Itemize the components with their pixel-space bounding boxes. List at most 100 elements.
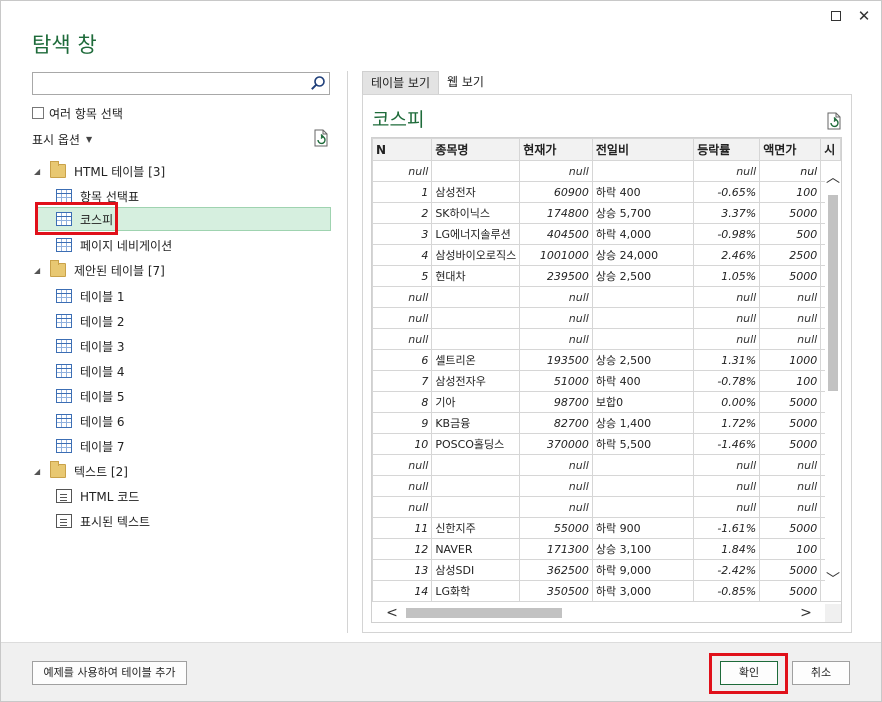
horizontal-scrollbar[interactable]: < > xyxy=(372,604,827,622)
tab-web-view[interactable]: 웹 보기 xyxy=(439,71,492,94)
table-cell[interactable]: null xyxy=(759,475,822,497)
table-cell[interactable] xyxy=(431,328,521,350)
table-cell[interactable]: null xyxy=(519,307,593,329)
column-header[interactable]: 시 xyxy=(820,138,841,161)
table-cell[interactable]: null xyxy=(372,328,433,350)
table-cell[interactable]: 13 xyxy=(372,559,433,581)
table-cell[interactable]: 5000 xyxy=(759,202,822,224)
table-cell[interactable]: 1000 xyxy=(759,349,822,371)
table-cell[interactable] xyxy=(431,475,521,497)
table-cell[interactable]: null xyxy=(372,160,433,182)
table-cell[interactable]: -2.42% xyxy=(693,559,761,581)
table-cell[interactable]: 6 xyxy=(372,349,433,371)
table-cell[interactable]: null xyxy=(519,286,593,308)
table-cell[interactable]: 1.72% xyxy=(693,412,761,434)
table-cell[interactable] xyxy=(591,307,695,329)
table-cell[interactable]: 5000 xyxy=(759,265,822,287)
tree-item-table[interactable]: 테이블 6 xyxy=(56,409,125,433)
table-cell[interactable]: null xyxy=(372,496,433,518)
table-cell[interactable] xyxy=(591,496,695,518)
table-cell[interactable]: 5000 xyxy=(759,580,822,602)
table-cell[interactable]: 55000 xyxy=(519,517,593,539)
table-cell[interactable]: 500 xyxy=(759,223,822,245)
tree-item-document[interactable]: 표시된 텍스트 xyxy=(56,509,150,533)
table-cell[interactable]: 14 xyxy=(372,580,433,602)
table-cell[interactable]: 3 xyxy=(372,223,433,245)
table-cell[interactable]: null xyxy=(519,496,593,518)
scroll-left-icon[interactable]: < xyxy=(384,606,400,620)
table-cell[interactable]: 2500 xyxy=(759,244,822,266)
table-cell[interactable]: null xyxy=(372,454,433,476)
table-cell[interactable]: 10 xyxy=(372,433,433,455)
table-cell[interactable]: -0.85% xyxy=(693,580,761,602)
table-cell[interactable]: 하락 4,000 xyxy=(591,223,695,245)
close-button[interactable]: ✕ xyxy=(853,7,875,25)
table-cell[interactable]: 9 xyxy=(372,412,433,434)
table-cell[interactable]: 1.31% xyxy=(693,349,761,371)
tab-table-view[interactable]: 테이블 보기 xyxy=(362,71,440,94)
vertical-scrollbar[interactable]: ︿ ﹀ xyxy=(825,161,841,601)
column-header[interactable]: 전일비 xyxy=(591,138,695,161)
table-cell[interactable] xyxy=(431,454,521,476)
table-cell[interactable]: NAVER xyxy=(431,538,521,560)
table-cell[interactable]: 1 xyxy=(372,181,433,203)
horizontal-scroll-thumb[interactable] xyxy=(406,608,562,618)
table-cell[interactable]: 3.37% xyxy=(693,202,761,224)
multi-select-option[interactable]: 여러 항목 선택 xyxy=(32,105,123,121)
table-cell[interactable] xyxy=(591,475,695,497)
table-cell[interactable]: KB금융 xyxy=(431,412,521,434)
table-cell[interactable]: 0.00% xyxy=(693,391,761,413)
table-cell[interactable]: 보합0 xyxy=(591,391,695,413)
vertical-scroll-thumb[interactable] xyxy=(828,195,838,391)
table-cell[interactable]: nul xyxy=(759,160,822,182)
table-cell[interactable]: 1001000 xyxy=(519,244,593,266)
maximize-button[interactable] xyxy=(825,7,847,25)
table-cell[interactable]: null xyxy=(759,286,822,308)
table-cell[interactable]: 8 xyxy=(372,391,433,413)
table-cell[interactable]: 1.84% xyxy=(693,538,761,560)
table-cell[interactable]: LG화학 xyxy=(431,580,521,602)
table-cell[interactable]: 상승 1,400 xyxy=(591,412,695,434)
cancel-button[interactable]: 취소 xyxy=(792,661,850,685)
table-cell[interactable]: null xyxy=(693,328,761,350)
tree-item-table[interactable]: 테이블 7 xyxy=(56,434,125,458)
table-cell[interactable] xyxy=(591,286,695,308)
table-cell[interactable]: 98700 xyxy=(519,391,593,413)
tree-folder-html-tables[interactable]: ◢ HTML 테이블 [3] xyxy=(34,159,165,183)
table-cell[interactable]: 362500 xyxy=(519,559,593,581)
table-cell[interactable]: null xyxy=(693,496,761,518)
table-cell[interactable]: 100 xyxy=(759,181,822,203)
scroll-down-icon[interactable]: ﹀ xyxy=(825,573,841,587)
table-cell[interactable] xyxy=(431,307,521,329)
scroll-right-icon[interactable]: > xyxy=(798,606,814,620)
table-cell[interactable]: 11 xyxy=(372,517,433,539)
table-cell[interactable]: -1.46% xyxy=(693,433,761,455)
table-cell[interactable]: 5000 xyxy=(759,433,822,455)
column-header[interactable]: 현재가 xyxy=(519,138,593,161)
table-cell[interactable]: -0.78% xyxy=(693,370,761,392)
table-cell[interactable] xyxy=(431,496,521,518)
table-cell[interactable]: null xyxy=(693,307,761,329)
table-cell[interactable]: 상승 5,700 xyxy=(591,202,695,224)
table-cell[interactable] xyxy=(591,160,695,182)
table-cell[interactable] xyxy=(431,286,521,308)
table-cell[interactable] xyxy=(591,454,695,476)
table-cell[interactable]: 4 xyxy=(372,244,433,266)
table-cell[interactable]: null xyxy=(759,307,822,329)
table-cell[interactable]: SK하이닉스 xyxy=(431,202,521,224)
table-cell[interactable]: 100 xyxy=(759,538,822,560)
table-cell[interactable]: null xyxy=(519,328,593,350)
table-cell[interactable]: 5000 xyxy=(759,412,822,434)
table-cell[interactable]: null xyxy=(372,307,433,329)
table-cell[interactable]: 60900 xyxy=(519,181,593,203)
tree-folder-suggested-tables[interactable]: ◢ 제안된 테이블 [7] xyxy=(34,258,165,282)
table-cell[interactable]: 하락 9,000 xyxy=(591,559,695,581)
table-cell[interactable]: null xyxy=(519,475,593,497)
table-cell[interactable]: null xyxy=(759,496,822,518)
table-cell[interactable]: -1.61% xyxy=(693,517,761,539)
table-cell[interactable]: 삼성전자 xyxy=(431,181,521,203)
table-cell[interactable]: null xyxy=(693,454,761,476)
column-header[interactable]: N xyxy=(372,138,433,161)
table-cell[interactable]: null xyxy=(372,286,433,308)
column-header[interactable]: 액면가 xyxy=(759,138,822,161)
